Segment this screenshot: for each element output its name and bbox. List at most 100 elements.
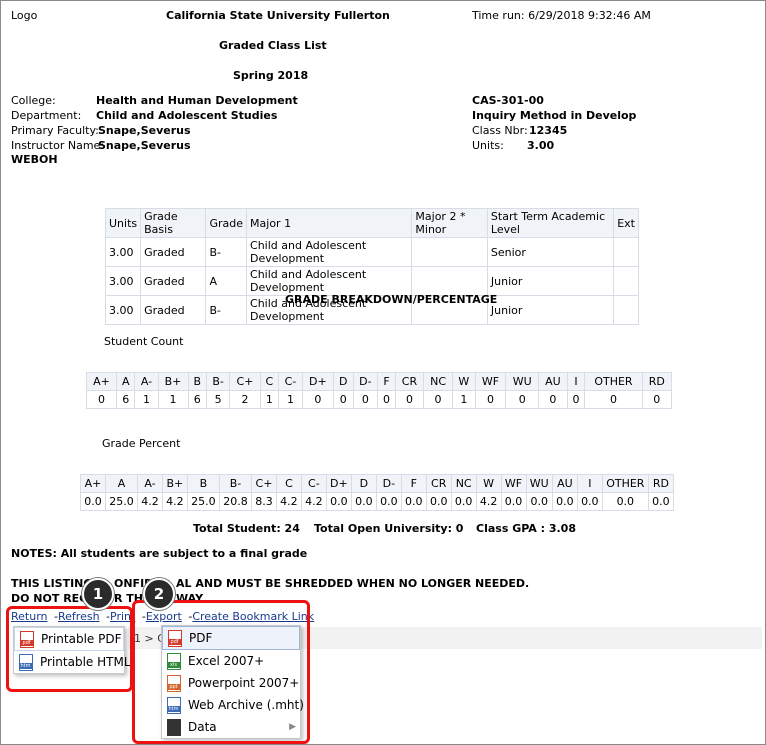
grade-percent-label: Grade Percent [102, 437, 181, 450]
percent-value-cell: 0.0 [400, 492, 427, 511]
col-ext: Ext [613, 208, 639, 238]
col-start-term-level: Start Term Academic Level [486, 208, 615, 238]
count-value-cell: 5 [205, 390, 231, 409]
instructor-value: Snape,Severus [98, 139, 191, 152]
grade-header-cell: C+ [229, 372, 261, 391]
percent-value-cell: 0.0 [80, 492, 106, 511]
count-value-cell: 0 [538, 390, 568, 409]
percent-value-cell: 0.0 [450, 492, 477, 511]
grade-header-cell: B [186, 474, 220, 493]
count-value-cell: 0 [85, 390, 118, 409]
cell [613, 237, 639, 267]
percent-value-cell: 20.8 [218, 492, 253, 511]
grade-header-cell: A- [134, 372, 159, 391]
grade-header-cell: D [332, 372, 354, 391]
col-major-1: Major 1 [246, 208, 413, 238]
cell: B- [205, 295, 248, 325]
grade-header-cell: A [116, 372, 136, 391]
grade-header-cell: C- [300, 474, 327, 493]
term: Spring 2018 [233, 69, 309, 82]
grade-header-cell: W [452, 372, 476, 391]
cell [613, 266, 639, 296]
percent-value-cell: 0.0 [647, 492, 675, 511]
grade-header-cell: AU [551, 474, 578, 493]
warning-line-2a: DO NOT REC [11, 592, 88, 605]
percent-value-cell: 0.0 [375, 492, 402, 511]
units-value: 3.00 [527, 139, 555, 152]
col-units: Units [104, 208, 142, 238]
highlight-box-print [6, 606, 133, 692]
col-grade-basis: Grade Basis [140, 208, 207, 238]
callout-1: 1 [82, 578, 114, 610]
grade-header-cell: CR [425, 474, 452, 493]
percent-value-cell: 25.0 [186, 492, 220, 511]
count-value-cell: 0 [566, 390, 586, 409]
grade-header-cell: CR [394, 372, 425, 391]
breakdown-title: GRADE BREAKDOWN/PERCENTAGE [285, 293, 498, 306]
grade-header-cell: I [576, 474, 603, 493]
grade-header-cell: NC [423, 372, 454, 391]
class-gpa: Class GPA : 3.08 [476, 522, 576, 535]
percent-value-cell: 0.0 [350, 492, 377, 511]
percent-value-cell: 0.0 [325, 492, 352, 511]
cell: Senior [486, 237, 615, 267]
cell: A [205, 266, 248, 296]
cell: Child and Adolescent Development [246, 237, 413, 267]
grade-header-cell: W [475, 474, 502, 493]
roster-header-row: Units Grade Basis Grade Major 1 Major 2 … [104, 208, 639, 238]
count-value-cell: 0 [505, 390, 540, 409]
college-label: College: [11, 94, 56, 107]
percent-value-cell: 4.2 [161, 492, 188, 511]
percent-value-cell: 25.0 [104, 492, 139, 511]
grade-header-cell: A+ [85, 372, 118, 391]
percent-value-cell: 0.0 [500, 492, 527, 511]
logo: Logo [11, 9, 38, 22]
grade-header-cell: C+ [251, 474, 277, 493]
primary-faculty-label: Primary Faculty: [11, 124, 99, 137]
grade-header-cell: NC [450, 474, 477, 493]
count-value-cell: 6 [116, 390, 136, 409]
cell: 3.00 [104, 266, 142, 296]
callout-2: 2 [143, 578, 175, 610]
time-run: Time run: 6/29/2018 9:32:46 AM [472, 9, 651, 22]
grade-header-cell: RD [647, 474, 675, 493]
total-open-university: Total Open University: 0 [314, 522, 464, 535]
count-values-row: 0611652110000001000000 [85, 390, 673, 409]
grade-header-cell: OTHER [584, 372, 643, 391]
class-nbr-label: Class Nbr: [472, 124, 528, 137]
department-label: Department: [11, 109, 82, 122]
cell: 3.00 [104, 295, 142, 325]
percent-value-cell: 4.2 [300, 492, 327, 511]
grade-header-cell: WU [525, 474, 553, 493]
col-grade: Grade [205, 208, 248, 238]
count-value-cell: 1 [278, 390, 303, 409]
cell [411, 237, 488, 267]
count-value-cell: 1 [157, 390, 189, 409]
percent-value-cell: 4.2 [275, 492, 302, 511]
course-id: CAS-301-00 [472, 94, 544, 107]
count-value-cell: 0 [394, 390, 425, 409]
count-value-cell: 0 [641, 390, 673, 409]
percent-header-row: A+ A A- B+ B B- C+ C C- D+ D D- F CR NC W WF WU AU I OTHER RD [80, 474, 675, 493]
notes: NOTES: All students are subject to a fin… [11, 547, 308, 560]
grade-header-cell: WF [500, 474, 527, 493]
cell: Graded [140, 295, 207, 325]
count-value-cell: 2 [229, 390, 261, 409]
grade-header-cell: B+ [157, 372, 189, 391]
count-value-cell: 0 [377, 390, 396, 409]
percent-value-cell: 4.2 [137, 492, 163, 511]
percent-values-row: 0.0 25.0 4.2 4.2 25.0 20.8 8.3 4.2 4.2 0.0 0.0 0.0 0… [80, 492, 675, 511]
cell: 3.00 [104, 237, 142, 267]
table-row: 3.00 Graded B- Child and Adolescent Deve… [104, 237, 639, 267]
grade-header-cell: WU [505, 372, 540, 391]
count-value-cell: 0 [352, 390, 379, 409]
grade-header-cell: D- [352, 372, 379, 391]
instructor-label: Instructor Name: [11, 139, 105, 152]
grade-header-cell: OTHER [601, 474, 649, 493]
class-nbr-value: 12345 [529, 124, 568, 137]
count-value-cell: 0 [301, 390, 334, 409]
count-value-cell: 0 [423, 390, 454, 409]
warning-line-1c: AL AND MUST BE SHREDDED WHEN NO LONGER N… [176, 577, 530, 590]
grade-header-cell: B+ [161, 474, 188, 493]
count-value-cell: 1 [134, 390, 159, 409]
